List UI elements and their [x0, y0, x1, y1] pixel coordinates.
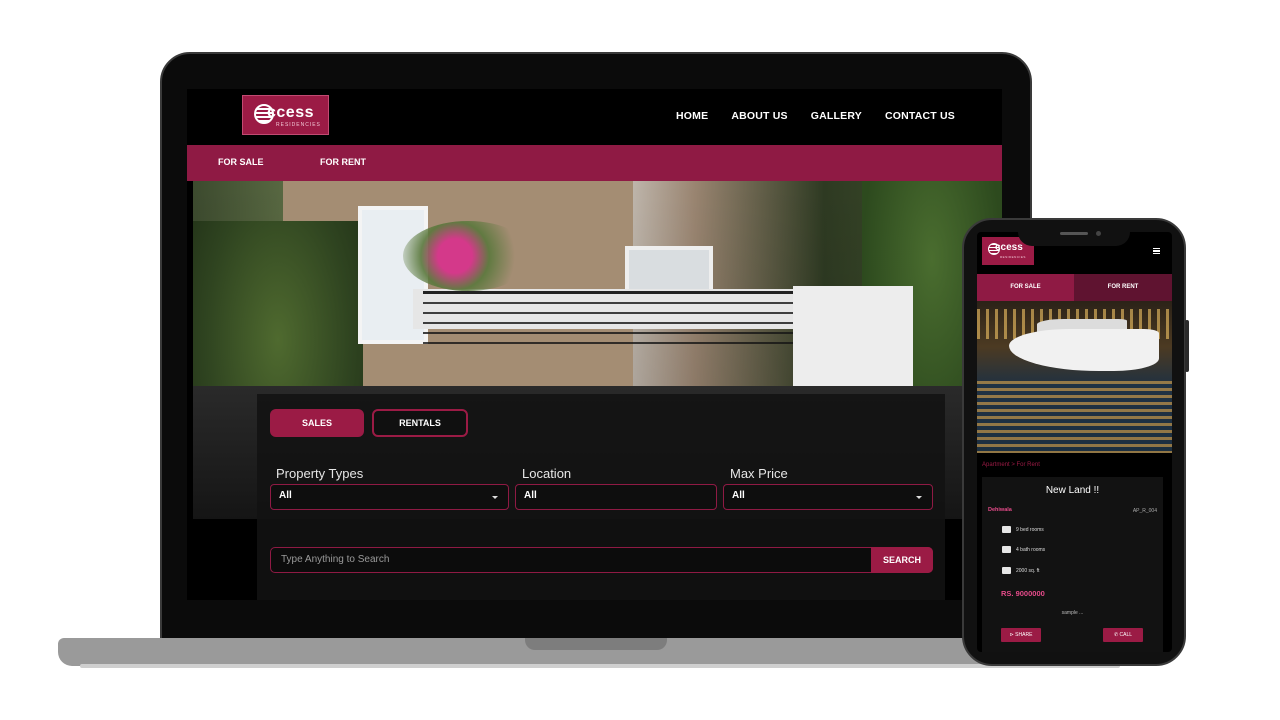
property-search-panel: SALES RENTALS Property Types Location Ma…: [257, 394, 945, 600]
breadcrumb[interactable]: Apartment > For Rent: [982, 462, 1040, 468]
nav-gallery[interactable]: GALLERY: [811, 110, 862, 122]
nav-about-us[interactable]: ABOUT US: [731, 110, 787, 122]
property-types-select[interactable]: All: [270, 484, 509, 510]
chevron-down-icon: [916, 496, 922, 499]
property-photo: [977, 301, 1172, 453]
bed-icon: [1002, 526, 1011, 533]
feature-area: 2000 sq. ft: [1002, 567, 1039, 574]
chevron-down-icon: [492, 496, 498, 499]
water-reflection: [977, 381, 1172, 453]
filter-label-location: Location: [522, 466, 572, 481]
max-price-value: All: [732, 490, 745, 501]
category-for-sale[interactable]: FOR SALE: [218, 157, 264, 167]
area-text: 2000 sq. ft: [1016, 567, 1040, 574]
logo-subtext: RESIDENCIES: [276, 122, 321, 128]
main-nav: HOME ABOUT US GALLERY CONTACT US: [676, 110, 955, 122]
feature-bathrooms: 4 bath rooms: [1002, 546, 1045, 553]
property-types-value: All: [279, 490, 292, 501]
camera-icon: [1096, 231, 1101, 236]
search-input[interactable]: Type Anything to Search SEARCH: [270, 547, 933, 573]
phone-side-button: [1185, 320, 1189, 372]
property-price: RS. 9000000: [1001, 589, 1045, 598]
laptop-hinge-notch: [525, 638, 667, 650]
laptop-shadow: [80, 664, 1120, 668]
property-title: New Land !!: [1045, 485, 1100, 496]
mobile-screen: ccess RESIDENCIES FOR SALE FOR RENT Apar…: [977, 232, 1172, 652]
property-ref: AP_R_004: [1132, 508, 1157, 514]
max-price-select[interactable]: All: [723, 484, 933, 510]
call-button[interactable]: ✆ CALL: [1103, 628, 1143, 642]
property-card: New Land !! Dehiwala AP_R_004 9 bed room…: [982, 477, 1163, 652]
location-value: All: [524, 490, 537, 501]
desktop-screen: ccess RESIDENCIES HOME ABOUT US GALLERY …: [187, 89, 1002, 600]
call-label: CALL: [1119, 632, 1133, 638]
category-for-rent[interactable]: FOR RENT: [320, 157, 366, 167]
yacht: [1009, 329, 1159, 371]
area-icon: [1002, 567, 1011, 574]
bath-icon: [1002, 546, 1011, 553]
share-button[interactable]: ⊳ SHARE: [1001, 628, 1041, 642]
nav-home[interactable]: HOME: [676, 110, 708, 122]
search-placeholder: Type Anything to Search: [281, 554, 390, 565]
phone-notch: [1018, 222, 1130, 246]
tab-rentals[interactable]: RENTALS: [372, 409, 468, 437]
mobile-tab-for-rent[interactable]: FOR RENT: [1074, 274, 1172, 301]
speaker-icon: [1060, 232, 1088, 235]
filter-label-max-price: Max Price: [730, 466, 788, 481]
tab-sales[interactable]: SALES: [270, 409, 364, 437]
desktop-header: ccess RESIDENCIES HOME ABOUT US GALLERY …: [187, 89, 1002, 145]
nav-contact-us[interactable]: CONTACT US: [885, 110, 955, 122]
logo-subtext: RESIDENCIES: [1000, 255, 1026, 259]
property-description: sample ...: [1061, 610, 1084, 616]
bedrooms-text: 9 bed rooms: [1016, 526, 1044, 533]
property-location: Dehiwala: [988, 507, 1012, 513]
location-select[interactable]: All: [515, 484, 717, 510]
hamburger-menu-icon[interactable]: [1153, 248, 1160, 254]
mobile-category-tabs: FOR SALE FOR RENT: [977, 274, 1172, 301]
category-bar: FOR SALE FOR RENT: [187, 145, 1002, 181]
search-button[interactable]: SEARCH: [871, 547, 933, 573]
mobile-tab-for-sale[interactable]: FOR SALE: [977, 274, 1074, 301]
share-label: SHARE: [1015, 632, 1033, 638]
bathrooms-text: 4 bath rooms: [1016, 546, 1046, 553]
site-logo[interactable]: ccess RESIDENCIES: [242, 95, 329, 135]
feature-bedrooms: 9 bed rooms: [1002, 526, 1044, 533]
flowers: [403, 221, 533, 291]
logo-text: ccess: [995, 242, 1023, 253]
filter-label-property-types: Property Types: [276, 466, 364, 481]
logo-text: ccess: [267, 104, 314, 121]
